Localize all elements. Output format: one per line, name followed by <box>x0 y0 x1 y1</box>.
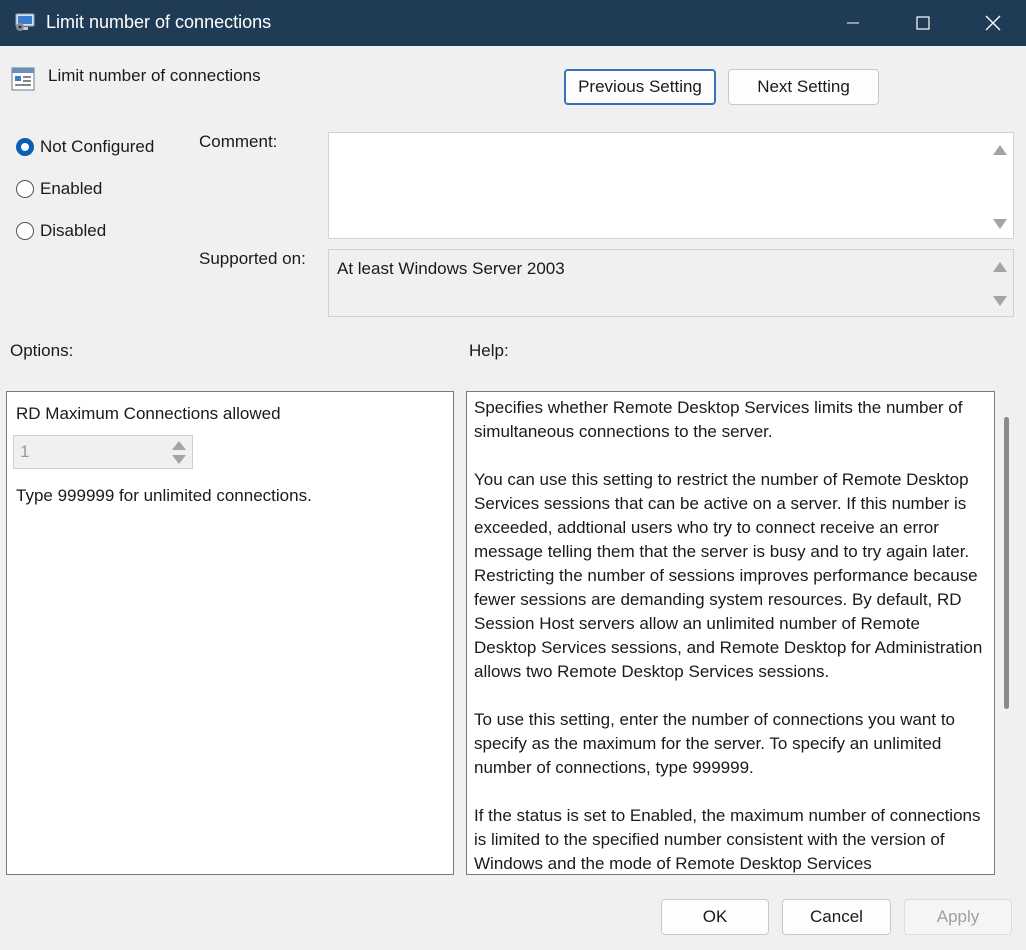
supported-on-field: At least Windows Server 2003 <box>328 249 1014 317</box>
maximize-button[interactable] <box>888 0 958 46</box>
gpedit-app-icon <box>15 13 35 31</box>
maximize-icon <box>916 16 930 30</box>
radio-not-configured[interactable]: Not Configured <box>16 137 154 157</box>
options-panel: RD Maximum Connections allowed 1 Type 99… <box>6 391 454 875</box>
window-title: Limit number of connections <box>46 12 272 32</box>
radio-label: Disabled <box>40 221 107 240</box>
cancel-button[interactable]: Cancel <box>782 899 891 935</box>
ok-button[interactable]: OK <box>661 899 769 935</box>
help-paragraph: You can use this setting to restrict the… <box>474 470 983 681</box>
close-button[interactable] <box>958 0 1026 46</box>
help-paragraph: Specifies whether Remote Desktop Service… <box>474 398 963 441</box>
spin-up-icon[interactable] <box>172 441 186 450</box>
supported-on-value: At least Windows Server 2003 <box>337 259 565 278</box>
comment-label: Comment: <box>199 132 278 151</box>
close-icon <box>985 15 1001 31</box>
policy-setting-icon <box>11 67 35 91</box>
comment-textarea[interactable] <box>328 132 1014 239</box>
next-setting-button[interactable]: Next Setting <box>728 69 879 105</box>
radio-label: Not Configured <box>40 137 155 156</box>
help-text: Specifies whether Remote Desktop Service… <box>474 396 986 874</box>
help-paragraph: To use this setting, enter the number of… <box>474 710 956 777</box>
help-label: Help: <box>469 341 509 360</box>
max-connections-label: RD Maximum Connections allowed <box>16 404 281 423</box>
radio-label: Enabled <box>40 179 103 198</box>
scroll-up-icon[interactable] <box>993 145 1007 155</box>
radio-indicator <box>16 222 34 240</box>
help-panel: Specifies whether Remote Desktop Service… <box>466 391 995 875</box>
scroll-down-icon[interactable] <box>993 219 1007 229</box>
apply-button[interactable]: Apply <box>904 899 1012 935</box>
spin-down-icon[interactable] <box>172 455 186 464</box>
minimize-button[interactable] <box>818 0 888 46</box>
scroll-down-icon[interactable] <box>993 296 1007 306</box>
radio-checked-indicator <box>16 138 34 156</box>
options-label: Options: <box>10 341 74 360</box>
radio-enabled[interactable]: Enabled <box>16 179 102 199</box>
scroll-up-icon[interactable] <box>993 262 1007 272</box>
help-paragraph: If the status is set to Enabled, the max… <box>474 806 981 873</box>
radio-disabled[interactable]: Disabled <box>16 221 106 241</box>
max-connections-spinner[interactable]: 1 <box>13 435 193 469</box>
previous-setting-button[interactable]: Previous Setting <box>564 69 716 105</box>
radio-indicator <box>16 180 34 198</box>
spinner-value: 1 <box>20 442 30 461</box>
policy-title: Limit number of connections <box>48 66 261 85</box>
dialog-body: Limit number of connections Previous Set… <box>0 46 1026 950</box>
minimize-icon <box>847 22 859 24</box>
help-scrollbar-thumb[interactable] <box>1004 417 1009 709</box>
supported-on-label: Supported on: <box>199 249 306 268</box>
unlimited-note: Type 999999 for unlimited connections. <box>16 486 312 505</box>
title-bar: Limit number of connections <box>0 0 1026 46</box>
